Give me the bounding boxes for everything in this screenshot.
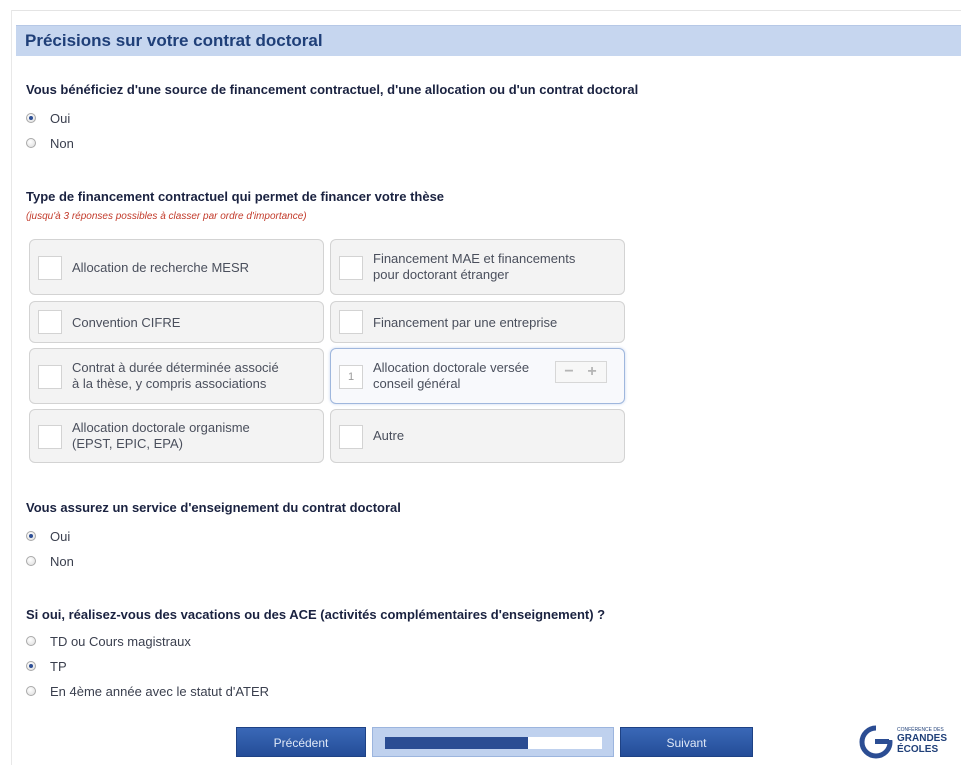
choice-label: Allocation doctorale versée conseil géné… bbox=[373, 360, 530, 391]
radio-q4-ater[interactable]: En 4ème année avec le statut d'ATER bbox=[26, 682, 269, 700]
progress-bar bbox=[372, 727, 614, 757]
radio-label: TD ou Cours magistraux bbox=[50, 633, 191, 649]
minus-icon[interactable]: − bbox=[561, 364, 577, 380]
radio-label: Non bbox=[50, 135, 74, 151]
choice-label: Autre bbox=[373, 428, 405, 443]
radio-q3-non[interactable]: Non bbox=[26, 552, 74, 570]
question-hint: (jusqu'à 3 réponses possibles à classer … bbox=[26, 211, 307, 222]
choice-label: Allocation de recherche MESR bbox=[72, 260, 250, 275]
radio-q1-non[interactable]: Non bbox=[26, 134, 74, 152]
choice-allocation-mesr[interactable]: Allocation de recherche MESR bbox=[29, 239, 324, 295]
rank-box[interactable] bbox=[339, 310, 363, 334]
choice-cdd-these[interactable]: Contrat à durée déterminée associé à la … bbox=[29, 348, 324, 404]
progress-track bbox=[385, 737, 602, 749]
next-button[interactable]: Suivant bbox=[620, 727, 753, 757]
choice-label: Financement MAE et financements pour doc… bbox=[373, 251, 576, 282]
choice-label: Contrat à durée déterminée associé à la … bbox=[72, 360, 279, 391]
page-title: Précisions sur votre contrat doctoral bbox=[25, 31, 323, 50]
choice-autre[interactable]: Autre bbox=[330, 409, 625, 463]
question-funding-type: Type de financement contractuel qui perm… bbox=[26, 189, 445, 204]
logo-g-icon bbox=[859, 725, 894, 759]
rank-stepper: − + bbox=[555, 361, 607, 383]
rank-box[interactable] bbox=[38, 425, 62, 449]
question-funding-source: Vous bénéficiez d'une source de financem… bbox=[26, 82, 639, 97]
cge-logo: CONFÉRENCE DES GRANDES ÉCOLES bbox=[859, 725, 959, 759]
choice-label: Convention CIFRE bbox=[72, 315, 181, 330]
radio-button[interactable] bbox=[26, 636, 36, 646]
rank-box[interactable] bbox=[38, 256, 62, 280]
radio-button[interactable] bbox=[26, 138, 36, 148]
logo-text: CONFÉRENCE DES GRANDES ÉCOLES bbox=[897, 727, 948, 755]
radio-q4-td-cours[interactable]: TD ou Cours magistraux bbox=[26, 632, 191, 650]
plus-icon[interactable]: + bbox=[584, 364, 600, 380]
choice-allocation-organisme[interactable]: Allocation doctorale organisme (EPST, EP… bbox=[29, 409, 324, 463]
radio-label: En 4ème année avec le statut d'ATER bbox=[50, 683, 270, 699]
radio-button[interactable] bbox=[26, 531, 36, 541]
choice-allocation-conseil-general[interactable]: 1 Allocation doctorale versée conseil gé… bbox=[330, 348, 625, 404]
choice-label: Allocation doctorale organisme (EPST, EP… bbox=[72, 420, 250, 451]
question-vacations-ace: Si oui, réalisez-vous des vacations ou d… bbox=[26, 607, 606, 622]
radio-label: Non bbox=[50, 553, 74, 569]
progress-fill bbox=[385, 737, 529, 749]
rank-box[interactable] bbox=[339, 425, 363, 449]
radio-q3-oui[interactable]: Oui bbox=[26, 527, 70, 545]
radio-q1-oui[interactable]: Oui bbox=[26, 109, 70, 127]
radio-button[interactable] bbox=[26, 556, 36, 566]
rank-box[interactable] bbox=[38, 310, 62, 334]
radio-label: Oui bbox=[50, 110, 71, 126]
section-header: Précisions sur votre contrat doctoral bbox=[16, 25, 961, 56]
radio-label: TP bbox=[50, 658, 67, 674]
question-teaching-service: Vous assurez un service d'enseignement d… bbox=[26, 500, 401, 515]
left-divider bbox=[11, 10, 12, 765]
radio-button[interactable] bbox=[26, 661, 36, 671]
rank-box[interactable]: 1 bbox=[339, 365, 363, 389]
radio-button[interactable] bbox=[26, 113, 36, 123]
choice-label: Financement par une entreprise bbox=[373, 315, 558, 330]
rank-box[interactable] bbox=[38, 365, 62, 389]
rank-box[interactable] bbox=[339, 256, 363, 280]
radio-button[interactable] bbox=[26, 686, 36, 696]
previous-button[interactable]: Précédent bbox=[236, 727, 366, 757]
choice-financement-entreprise[interactable]: Financement par une entreprise bbox=[330, 301, 625, 343]
choice-convention-cifre[interactable]: Convention CIFRE bbox=[29, 301, 324, 343]
choice-financement-mae[interactable]: Financement MAE et financements pour doc… bbox=[330, 239, 625, 295]
radio-q4-tp[interactable]: TP bbox=[26, 657, 67, 675]
top-divider bbox=[12, 10, 961, 11]
radio-label: Oui bbox=[50, 528, 71, 544]
